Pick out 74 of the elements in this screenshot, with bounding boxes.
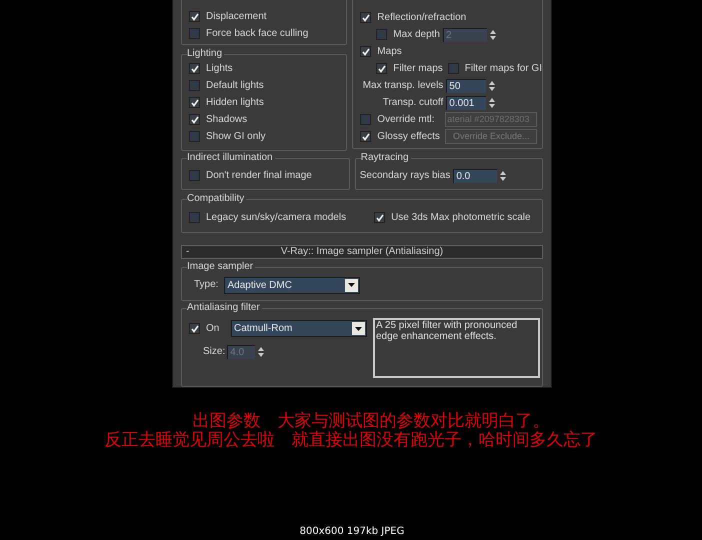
checkbox-label: Glossy effects [377, 130, 440, 144]
number-field[interactable]: 0.001 [446, 96, 486, 110]
checkmark-icon [190, 324, 198, 333]
field-label: Transp. cutoff [382, 96, 444, 110]
caption-line: 反正去睡觉见周公去啦 就直接出图没有跑光子，哈时间多久忘了 [104, 431, 598, 450]
checkbox[interactable] [189, 63, 200, 74]
checkmark-icon [190, 64, 198, 72]
checkbox[interactable] [189, 212, 200, 223]
dropdown[interactable]: Catmull-Rom [231, 320, 367, 338]
checkbox-label: Filter maps [393, 62, 443, 76]
checkbox[interactable] [189, 80, 200, 91]
checkbox-label: Override mtl: [377, 113, 435, 127]
checkmark-icon [190, 98, 198, 106]
spinner-arrows-icon[interactable] [488, 96, 496, 110]
checkbox[interactable] [374, 212, 386, 223]
filter-description: A 25 pixel filter with pronounced edge enhancement effects. [373, 318, 540, 378]
rollout-header[interactable]: - V-Ray:: Image sampler (Antialiasing) [181, 244, 543, 259]
checkbox[interactable] [360, 131, 372, 142]
checkbox-label: Hidden lights [206, 96, 264, 110]
spinner-arrows-icon[interactable] [489, 28, 497, 42]
checkbox-label: Lights [206, 62, 233, 76]
spinner-arrows-icon[interactable] [488, 78, 496, 92]
checkbox-label: Maps [377, 45, 402, 59]
checkbox-label: Legacy sun/sky/camera models [206, 211, 346, 225]
field-label: Size: [203, 345, 226, 360]
checkmark-icon [190, 116, 198, 124]
caret-icon [355, 326, 362, 331]
checkbox[interactable] [360, 12, 372, 23]
checkbox[interactable] [360, 46, 372, 57]
field-label: Max transp. levels [362, 79, 444, 93]
checkmark-icon [190, 12, 198, 20]
field-label: Type: [194, 278, 218, 292]
checkbox[interactable] [189, 11, 200, 22]
checkbox-label: Default lights [206, 79, 264, 93]
checkbox-label: Displacement [206, 10, 267, 24]
checkbox[interactable] [360, 114, 372, 125]
checkbox[interactable] [448, 63, 459, 74]
checkbox[interactable] [189, 97, 200, 108]
checkbox[interactable] [376, 63, 388, 74]
caption-line: 出图参数 大家与测试图的参数对比就明白了。 [192, 412, 550, 431]
number-field[interactable]: 50 [446, 78, 486, 92]
group-title: Compatibility [187, 192, 246, 206]
checkbox[interactable] [189, 114, 200, 125]
checkbox-label: Force back face culling [206, 27, 308, 41]
group-title: Raytracing [360, 151, 411, 165]
checkbox-label: Shadows [206, 113, 248, 127]
spinner-arrows-icon[interactable] [499, 168, 508, 182]
checkbox-label: Reflection/refraction [377, 11, 466, 25]
spinner-arrows-icon[interactable] [257, 344, 266, 359]
checkbox-label: Don't render final image [206, 169, 312, 183]
checkbox-label: Max depth [393, 28, 440, 42]
group-title: Lighting [187, 47, 224, 61]
dropdown[interactable]: Adaptive DMC [224, 276, 360, 294]
checkbox[interactable] [189, 323, 200, 334]
checkmark-icon [362, 14, 370, 22]
checkmark-icon [376, 214, 384, 222]
checkbox-label: On [206, 322, 220, 336]
checkbox-label: Show GI only [206, 130, 266, 144]
number-field[interactable]: 0.0 [453, 168, 498, 182]
collapse-toggle[interactable]: - [182, 244, 192, 260]
checkmark-icon [378, 64, 386, 72]
checkmark-icon [362, 48, 370, 56]
field-label: Secondary rays bias [360, 169, 450, 183]
checkbox-label: Use 3ds Max photometric scale [391, 211, 531, 225]
checkbox[interactable] [189, 131, 200, 142]
checkbox-label: Filter maps for GI [464, 62, 542, 76]
checkbox[interactable] [189, 28, 200, 39]
caret-icon [348, 283, 356, 288]
group-title: Image sampler [187, 260, 256, 274]
image-info: 800x600 197kb JPEG [300, 525, 404, 539]
checkmark-icon [362, 132, 370, 140]
rollout-title: V-Ray:: Image sampler (Antialiasing) [280, 245, 444, 260]
group-title: Antialiasing filter [187, 301, 262, 316]
checkbox[interactable] [189, 170, 200, 181]
